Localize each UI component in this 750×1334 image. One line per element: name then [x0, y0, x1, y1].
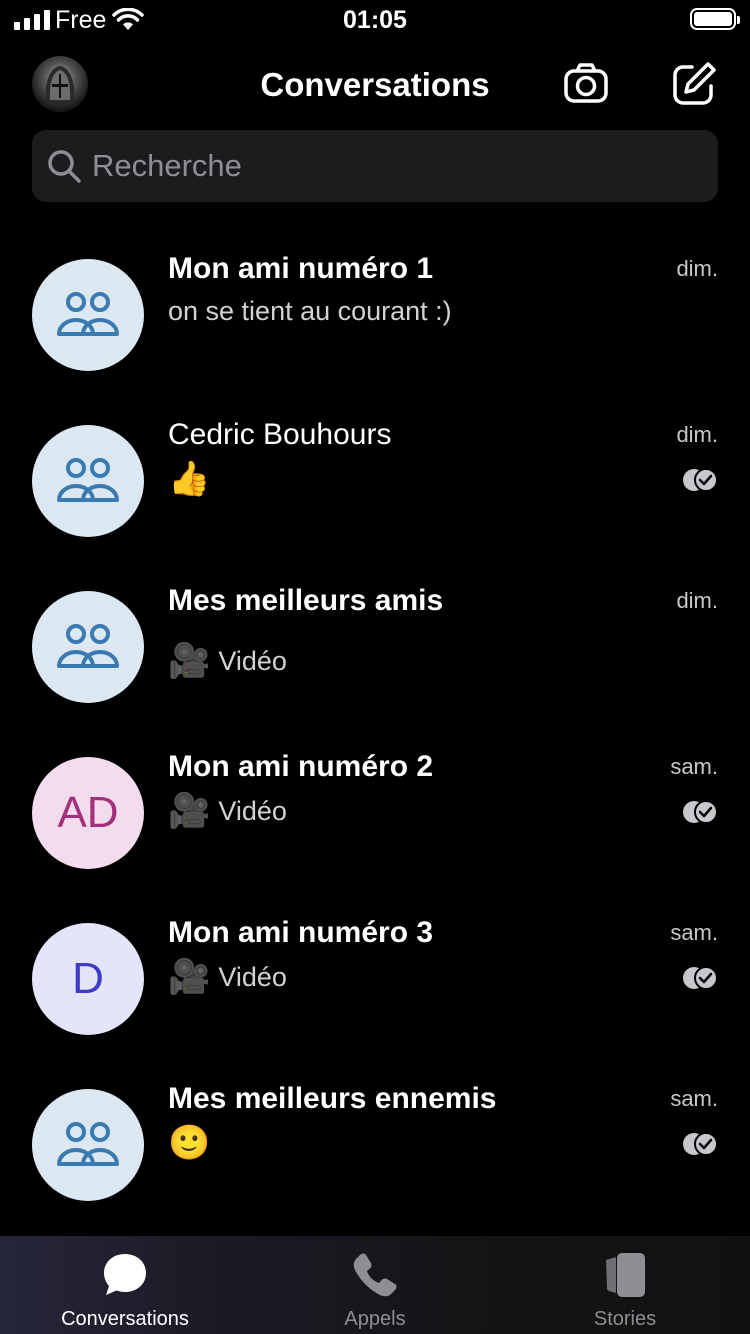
read-receipt-icon — [683, 966, 718, 990]
read-receipt-icon — [683, 800, 718, 824]
tab-label: Conversations — [61, 1308, 189, 1330]
conversation-preview: 🎥 Vidéo — [168, 644, 287, 678]
conversation-preview: on se tient au courant :) — [168, 296, 452, 327]
chat-bubble-icon — [104, 1254, 146, 1295]
conversation-preview: 🎥 Vidéo — [168, 960, 287, 994]
preview-text: on se tient au courant :) — [168, 296, 452, 326]
conversation-item[interactable]: Mes meilleurs amis 🎥 Vidéo dim. — [0, 564, 750, 730]
read-receipt-icon — [683, 468, 718, 492]
group-icon — [57, 292, 119, 336]
conversation-preview: 🙂 — [168, 1126, 210, 1160]
conversation-preview: 👍 — [168, 462, 210, 496]
group-icon — [57, 624, 119, 668]
conversation-item[interactable]: Mes meilleurs ennemis 🙂 sam. — [0, 1062, 750, 1228]
conversation-list: Mon ami numéro 1 on se tient au courant … — [0, 232, 750, 1228]
preview-text: Vidéo — [218, 645, 287, 676]
conversation-date: dim. — [676, 256, 718, 281]
conversation-name: Mes meilleurs ennemis — [168, 1082, 497, 1115]
avatar: AD — [32, 757, 144, 869]
conversation-date: sam. — [670, 1086, 718, 1111]
tab-stories[interactable]: Stories — [500, 1236, 750, 1334]
search-icon — [48, 150, 81, 183]
conversation-name: Cedric Bouhours — [168, 418, 392, 451]
clock: 01:05 — [343, 6, 407, 34]
smile-emoji: 🙂 — [168, 1124, 211, 1162]
stories-icon — [606, 1253, 645, 1297]
header: Conversations — [0, 52, 750, 118]
search-bar[interactable] — [32, 130, 718, 202]
avatar — [32, 259, 144, 371]
group-icon — [57, 458, 119, 502]
tab-appels[interactable]: Appels — [250, 1236, 500, 1334]
conversation-name: Mes meilleurs amis — [168, 584, 444, 617]
thumbs-up-emoji: 👍 — [168, 460, 211, 498]
conversation-item[interactable]: Cedric Bouhours 👍 dim. — [0, 398, 750, 564]
conversation-item[interactable]: AD Mon ami numéro 2 🎥 Vidéo sam. — [0, 730, 750, 896]
conversation-item[interactable]: Mon ami numéro 1 on se tient au courant … — [0, 232, 750, 398]
avatar — [32, 425, 144, 537]
tab-bar: Conversations Appels Stories — [0, 1236, 750, 1334]
conversation-date: sam. — [670, 920, 718, 945]
avatar — [32, 591, 144, 703]
read-receipt-icon — [683, 1132, 718, 1156]
conversation-preview: 🎥 Vidéo — [168, 794, 287, 828]
video-camera-icon: 🎥 — [168, 792, 211, 830]
compose-icon[interactable] — [670, 60, 718, 108]
video-camera-icon: 🎥 — [168, 642, 211, 680]
phone-icon — [353, 1253, 397, 1297]
conversation-date: dim. — [676, 588, 718, 613]
avatar: D — [32, 923, 144, 1035]
battery-icon — [690, 8, 740, 30]
conversation-date: sam. — [670, 754, 718, 779]
status-bar: Free 01:05 — [0, 0, 750, 40]
conversation-name: Mon ami numéro 1 — [168, 252, 434, 285]
page-title: Conversations — [260, 66, 490, 103]
conversation-date: dim. — [676, 422, 718, 447]
preview-text: Vidéo — [218, 961, 287, 992]
group-icon — [57, 1122, 119, 1166]
tab-label: Appels — [344, 1308, 406, 1330]
tab-conversations[interactable]: Conversations — [0, 1236, 250, 1334]
avatar — [32, 1089, 144, 1201]
conversation-name: Mon ami numéro 3 — [168, 916, 434, 949]
video-camera-icon: 🎥 — [168, 958, 211, 996]
tab-label: Stories — [593, 1308, 657, 1330]
conversation-name: Mon ami numéro 2 — [168, 750, 434, 783]
conversation-item[interactable]: D Mon ami numéro 3 🎥 Vidéo sam. — [0, 896, 750, 1062]
preview-text: Vidéo — [218, 795, 287, 826]
camera-icon[interactable] — [562, 60, 610, 108]
search-input[interactable] — [92, 130, 692, 202]
